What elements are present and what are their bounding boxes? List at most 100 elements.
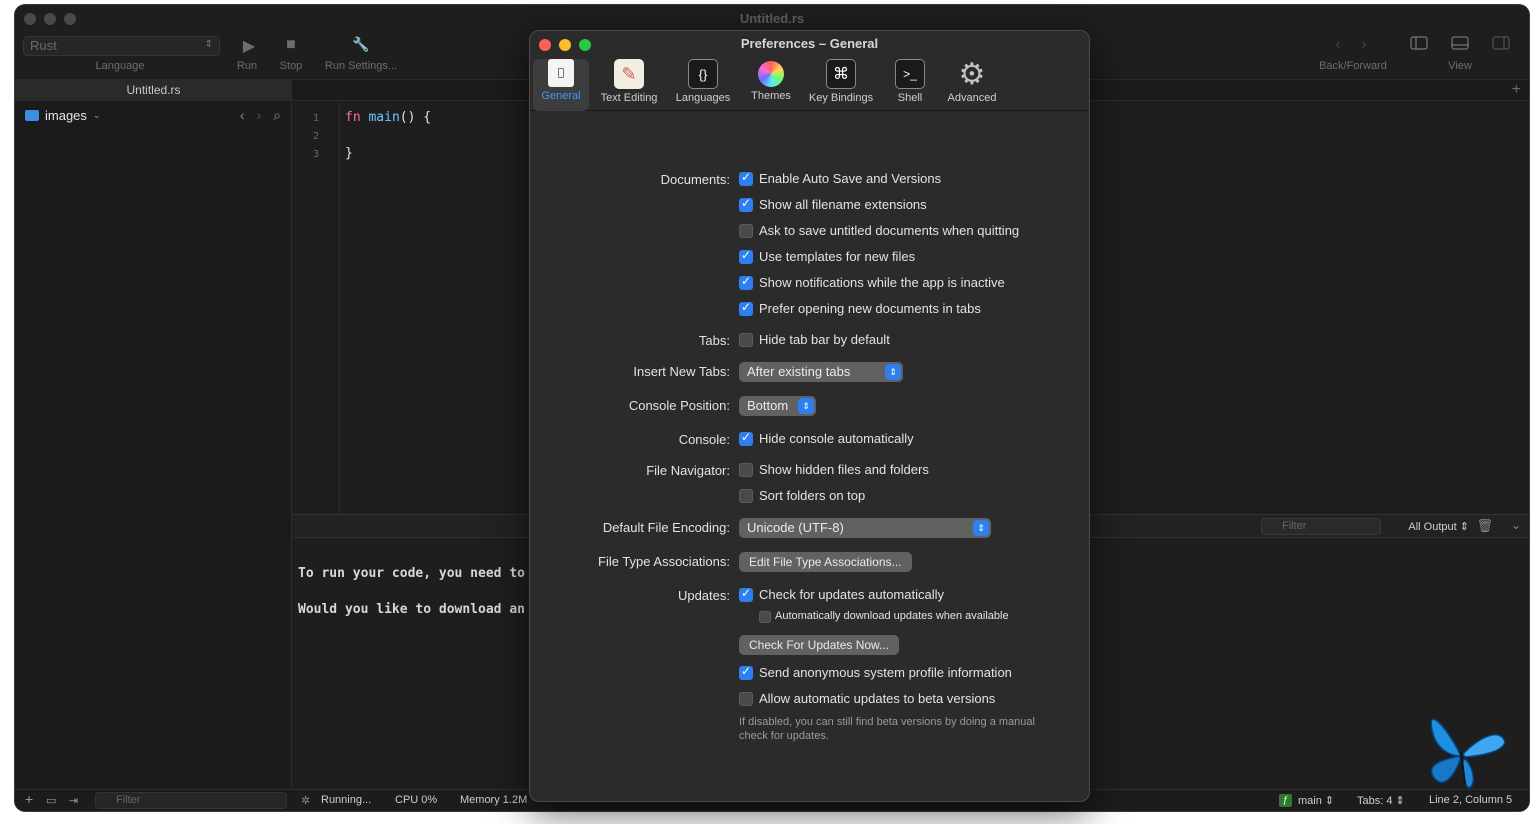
chevron-down-icon[interactable]: ⌄	[1511, 518, 1521, 532]
running-status: Running...	[321, 794, 372, 806]
import-icon[interactable]: ⇥	[69, 794, 78, 807]
tab-label: Languages	[675, 92, 731, 104]
console-position-select[interactable]: Bottom ⇕	[739, 396, 816, 416]
run-settings-label[interactable]: Run Settings...	[319, 60, 403, 72]
line-number: 2	[313, 131, 320, 142]
preferences-toolbar: General ✎ Text Editing {} Languages Them…	[530, 57, 1089, 111]
chevron-down-icon: ⌄	[92, 110, 101, 120]
console-filter-input[interactable]: Filter	[1261, 518, 1381, 535]
function-name: main	[368, 110, 400, 125]
code-line: fn main() {	[345, 110, 431, 125]
show-hidden-label: Show hidden files and folders	[759, 462, 929, 477]
encoding-value: Unicode (UTF-8)	[747, 520, 844, 535]
edit-associations-button[interactable]: Edit File Type Associations...	[739, 552, 912, 572]
line-gutter: 1 2 3	[293, 102, 340, 514]
language-select[interactable]: Rust ⇕	[23, 36, 220, 56]
tab-shell[interactable]: >_ Shell	[888, 59, 932, 104]
file-type-associations-label: File Type Associations:	[598, 554, 730, 569]
search-icon[interactable]: ⌕	[273, 107, 281, 124]
trash-icon[interactable]: 🗑	[1476, 518, 1493, 534]
output-selector-value: All Output	[1408, 521, 1457, 533]
folder-name: images	[45, 108, 87, 123]
send-profile-checkbox[interactable]	[739, 664, 753, 680]
add-icon[interactable]: +	[25, 791, 33, 807]
folder-selector[interactable]: images ⌄	[25, 108, 100, 123]
chevron-updown-icon: ⇕	[973, 520, 989, 536]
show-hidden-checkbox[interactable]	[739, 463, 753, 477]
run-label[interactable]: Run	[232, 60, 262, 72]
back-icon[interactable]: ‹	[1331, 36, 1345, 54]
color-wheel-icon	[758, 61, 784, 87]
branch-name: main	[1298, 795, 1322, 807]
beta-updates-label: Allow automatic updates to beta versions	[759, 691, 996, 706]
beta-note: If disabled, you can still find beta ver…	[739, 716, 1035, 742]
sort-folders-checkbox[interactable]	[739, 489, 753, 503]
insert-new-tabs-label: Insert New Tabs:	[633, 364, 730, 379]
document-option-label: Use templates for new files	[759, 249, 916, 264]
tab-key-bindings[interactable]: ⌘ Key Bindings	[804, 59, 878, 104]
run-icon[interactable]: ▶	[239, 36, 259, 56]
preferences-title: Preferences – General	[740, 36, 879, 51]
tab-advanced[interactable]: ⚙ Advanced	[942, 58, 1002, 105]
document-option-checkbox[interactable]	[739, 170, 753, 186]
console-toggle-icon[interactable]	[1450, 36, 1470, 55]
forward-icon[interactable]: ›	[1357, 36, 1371, 54]
hide-tab-bar-label: Hide tab bar by default	[759, 332, 890, 347]
tab-text-editing[interactable]: ✎ Text Editing	[594, 59, 664, 104]
documents-label: Documents:	[660, 172, 730, 187]
check-now-button[interactable]: Check For Updates Now...	[739, 635, 900, 655]
add-tab-icon[interactable]: +	[1512, 80, 1521, 100]
insert-new-tabs-select[interactable]: After existing tabs ⇕	[739, 362, 903, 382]
check-updates-label: Check for updates automatically	[759, 587, 944, 602]
chevron-updown-icon: ⇕	[798, 398, 814, 414]
new-folder-icon[interactable]: ▭	[46, 794, 56, 807]
file-navigator-label: File Navigator:	[646, 463, 730, 478]
tab-untitled[interactable]: Untitled.rs	[15, 80, 292, 100]
document-option-label: Enable Auto Save and Versions	[759, 171, 942, 186]
code-text: () {	[399, 110, 432, 125]
tab-label: Key Bindings	[808, 92, 874, 104]
cpu-usage: CPU 0%	[395, 794, 438, 806]
braces-icon: {}	[688, 59, 718, 89]
beta-updates-checkbox[interactable]	[739, 692, 753, 706]
forward-icon[interactable]: ›	[256, 107, 261, 124]
tabs-label: Tabs:	[698, 333, 730, 348]
back-icon[interactable]: ‹	[240, 107, 245, 124]
inspector-toggle-icon[interactable]	[1491, 36, 1511, 55]
document-option-checkbox[interactable]	[739, 274, 753, 290]
hide-console-checkbox[interactable]	[739, 430, 753, 446]
tab-themes[interactable]: Themes	[746, 59, 796, 102]
sidebar-nav: ‹ › ⌕	[240, 107, 281, 124]
document-option-checkbox[interactable]	[739, 224, 753, 238]
output-selector[interactable]: All Output ⇕	[1408, 520, 1469, 533]
navigator-filter-input[interactable]: Filter	[95, 792, 287, 809]
document-option-label: Show notifications while the app is inac…	[759, 275, 1005, 290]
stop-icon[interactable]: ■	[281, 36, 301, 54]
view-label: View	[1448, 60, 1472, 72]
tab-general[interactable]: General	[533, 59, 589, 111]
cursor-position[interactable]: Line 2, Column 5	[1429, 794, 1512, 806]
stop-label[interactable]: Stop	[276, 60, 306, 72]
encoding-label: Default File Encoding:	[602, 520, 730, 535]
branch-icon: ƒ	[1279, 794, 1292, 807]
code-line: }	[345, 146, 353, 161]
document-option-label: Prefer opening new documents in tabs	[759, 301, 981, 316]
folder-icon	[25, 110, 39, 121]
command-key-icon: ⌘	[826, 59, 856, 89]
console-label: Console:	[678, 432, 730, 447]
auto-download-checkbox[interactable]	[759, 611, 771, 623]
document-option-checkbox[interactable]	[739, 196, 753, 212]
file-navigator: images ⌄ ‹ › ⌕	[15, 102, 292, 789]
document-option-checkbox[interactable]	[739, 248, 753, 264]
butterfly-icon	[1430, 718, 1506, 789]
document-option-checkbox[interactable]	[739, 300, 753, 316]
chevron-updown-icon: ⇕	[885, 364, 901, 380]
encoding-select[interactable]: Unicode (UTF-8) ⇕	[739, 518, 991, 538]
tabs-selector[interactable]: Tabs: 4 ⇕	[1357, 794, 1405, 807]
tab-languages[interactable]: {} Languages	[672, 59, 734, 104]
wrench-icon[interactable]: 🔧	[351, 36, 371, 53]
sidebar-toggle-icon[interactable]	[1409, 36, 1429, 55]
check-updates-checkbox[interactable]	[739, 586, 753, 602]
hide-tab-bar-checkbox[interactable]	[739, 333, 753, 347]
branch-selector[interactable]: main ⇕	[1298, 794, 1334, 807]
